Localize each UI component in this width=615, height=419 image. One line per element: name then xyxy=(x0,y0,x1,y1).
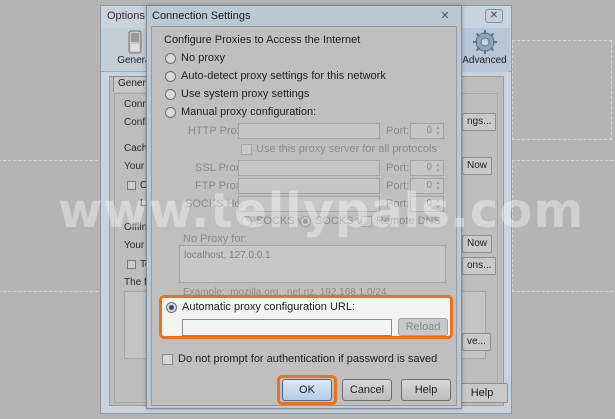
clear-offline-now-button-fragment[interactable]: Now xyxy=(462,235,493,253)
configure-fragment-label: Confi xyxy=(124,117,148,128)
system-proxy-label: Use system proxy settings xyxy=(181,88,310,100)
same-proxy-checkbox[interactable] xyxy=(241,144,252,155)
help-button[interactable]: Help xyxy=(401,379,451,401)
background-dashed-box-left xyxy=(0,160,103,292)
ftp-port-spinner[interactable]: 0 ▲ ▼ xyxy=(410,178,444,194)
socks-v4-radio[interactable] xyxy=(241,216,252,227)
no-prompt-auth-label: Do not prompt for authentication if pass… xyxy=(178,353,438,365)
no-proxy-for-value: localhost, 127.0.0.1 xyxy=(184,250,271,261)
no-prompt-auth-checkbox[interactable] xyxy=(162,354,173,365)
spinner-arrows-icon[interactable]: ▲ ▼ xyxy=(434,162,442,174)
no-proxy-for-label: No Proxy for: xyxy=(183,233,248,245)
override-cache-checkbox[interactable] xyxy=(127,181,136,190)
manual-proxy-radio[interactable] xyxy=(165,107,176,118)
ftp-port-value: 0 xyxy=(426,180,432,191)
dialog-titlebar: Connection Settings ✕ xyxy=(147,6,461,26)
exceptions-button-fragment[interactable]: ons... xyxy=(462,257,497,275)
socks-port-label: Port: xyxy=(386,198,410,210)
http-port-spinner[interactable]: 0 ▲ ▼ xyxy=(410,123,444,139)
options-help-button[interactable]: Help xyxy=(456,383,508,403)
http-port-label: Port: xyxy=(386,125,410,137)
system-proxy-radio[interactable] xyxy=(165,89,176,100)
socks-port-spinner[interactable]: 0 ▲ ▼ xyxy=(410,196,444,212)
auto-config-label: Automatic proxy configuration URL: xyxy=(182,301,356,313)
clear-now-button-fragment[interactable]: Now xyxy=(462,157,493,175)
auto-detect-label: Auto-detect proxy settings for this netw… xyxy=(181,70,386,82)
spinner-arrows-icon[interactable]: ▲ ▼ xyxy=(434,180,442,192)
limit-fragment-label: L xyxy=(140,198,146,209)
http-port-value: 0 xyxy=(426,125,432,136)
auto-detect-radio[interactable] xyxy=(165,71,176,82)
ssl-port-value: 0 xyxy=(426,162,432,173)
no-proxy-radio[interactable] xyxy=(165,53,176,64)
general-switch-icon xyxy=(128,30,142,54)
auto-config-radio[interactable] xyxy=(166,302,177,313)
options-close-icon[interactable]: ✕ xyxy=(485,9,503,23)
options-window-title: Options xyxy=(107,10,145,22)
ftp-proxy-input[interactable] xyxy=(238,178,380,194)
advanced-gear-icon xyxy=(472,30,497,54)
connection-settings-dialog: Connection Settings ✕ Configure Proxies … xyxy=(146,5,462,409)
socks-host-input[interactable] xyxy=(238,196,380,212)
settings-button-fragment[interactable]: ngs... xyxy=(462,113,497,131)
auto-config-highlight: Automatic proxy configuration URL: Reloa… xyxy=(159,295,453,339)
toolbar-advanced-button[interactable]: Advanced xyxy=(459,28,509,72)
remote-dns-label: Remote DNS xyxy=(376,215,441,227)
auto-config-url-input[interactable] xyxy=(182,319,392,336)
dialog-close-icon[interactable]: ✕ xyxy=(437,10,453,23)
no-proxy-label: No proxy xyxy=(181,52,226,64)
background-dashed-box-right-2 xyxy=(512,160,615,292)
tell-me-checkbox[interactable] xyxy=(127,260,136,269)
http-proxy-input[interactable] xyxy=(238,123,380,139)
ssl-proxy-input[interactable] xyxy=(238,160,380,176)
ftp-port-label: Port: xyxy=(386,180,410,192)
reload-button[interactable]: Reload xyxy=(398,318,448,336)
no-proxy-for-textarea[interactable]: localhost, 127.0.0.1 xyxy=(179,245,446,283)
proxy-config-heading: Configure Proxies to Access the Internet xyxy=(164,34,361,46)
socks-port-value: 0 xyxy=(426,198,432,209)
background-dashed-box-right xyxy=(512,40,612,140)
remove-button-fragment[interactable]: ve... xyxy=(462,333,491,351)
remote-dns-checkbox[interactable] xyxy=(361,216,372,227)
ssl-port-spinner[interactable]: 0 ▲ ▼ xyxy=(410,160,444,176)
toolbar-advanced-label: Advanced xyxy=(462,55,507,66)
dialog-client-area: Configure Proxies to Access the Internet… xyxy=(151,26,457,406)
spinner-arrows-icon[interactable]: ▲ ▼ xyxy=(434,198,442,210)
ssl-port-label: Port: xyxy=(386,162,410,174)
ok-button[interactable]: OK xyxy=(282,379,332,401)
socks-v5-radio[interactable] xyxy=(300,216,311,227)
dialog-title: Connection Settings xyxy=(152,10,251,22)
offline-fragment-label: Offlin xyxy=(124,222,148,233)
cancel-button[interactable]: Cancel xyxy=(342,379,392,401)
same-proxy-label: Use this proxy server for all protocols xyxy=(256,143,437,155)
spinner-arrows-icon[interactable]: ▲ ▼ xyxy=(434,125,442,137)
manual-proxy-label: Manual proxy configuration: xyxy=(181,106,317,118)
